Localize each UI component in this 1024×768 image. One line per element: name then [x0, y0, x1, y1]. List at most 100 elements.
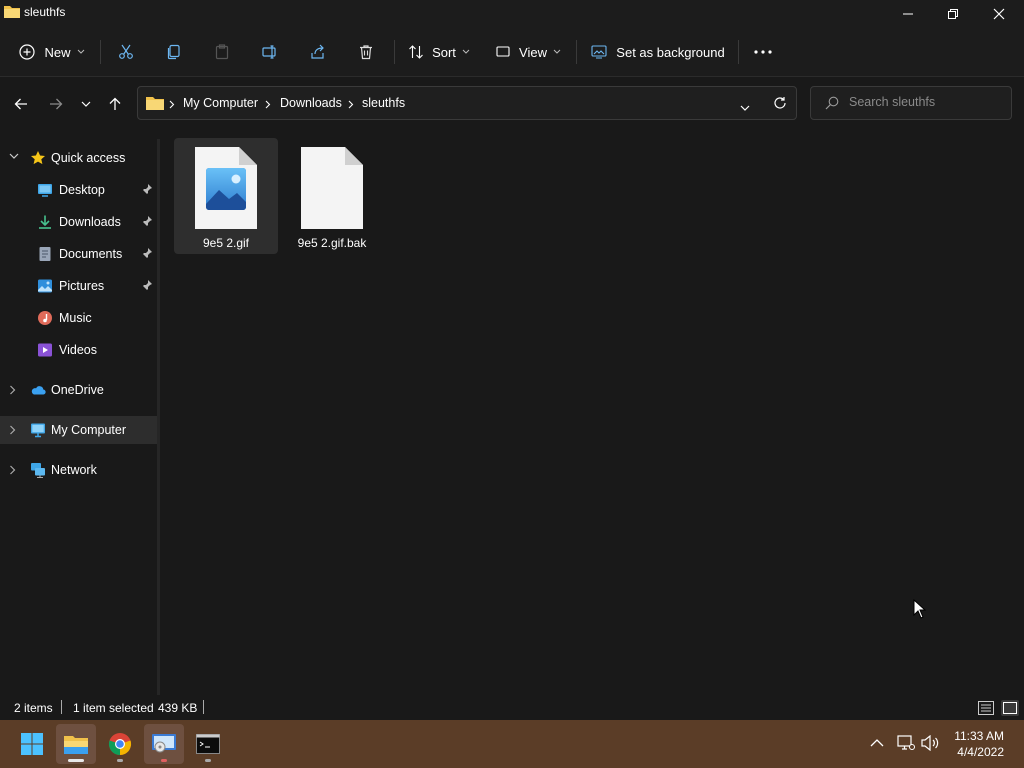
terminal-icon [196, 734, 220, 754]
minimize-button[interactable] [885, 0, 931, 28]
status-separator [203, 700, 204, 714]
videos-icon [38, 343, 52, 357]
sort-icon [409, 45, 423, 59]
close-button[interactable] [976, 0, 1022, 28]
rename-button[interactable] [256, 37, 284, 67]
cloud-icon [31, 386, 46, 395]
sidebar-item-pictures[interactable]: Pictures [0, 272, 157, 300]
file-explorer-icon [64, 736, 88, 754]
sidebar-item-label: Downloads [59, 215, 121, 229]
toolbar-separator [100, 40, 101, 64]
view-icon [496, 46, 510, 57]
chevron-up-icon [870, 739, 884, 747]
copy-icon [167, 44, 180, 60]
sort-label: Sort [432, 44, 456, 60]
sidebar-item-quick-access[interactable]: Quick access [0, 144, 157, 172]
sidebar-item-downloads[interactable]: Downloads [0, 208, 157, 236]
network-status-icon [897, 735, 915, 750]
restore-button[interactable] [930, 0, 976, 28]
delete-button[interactable] [352, 37, 380, 67]
view-button[interactable]: View [492, 37, 564, 67]
sidebar-item-documents[interactable]: Documents [0, 240, 157, 268]
copy-button[interactable] [160, 37, 188, 67]
share-icon [311, 44, 324, 59]
address-history-chevron-icon[interactable] [740, 100, 750, 114]
taskbar-file-explorer[interactable] [56, 724, 96, 764]
clock-time[interactable]: 11:33 AM [954, 729, 1004, 743]
pin-icon[interactable] [141, 247, 153, 259]
set-background-label: Set as background [616, 44, 725, 60]
breadcrumb-sleuthfs[interactable]: sleuthfs [362, 96, 405, 110]
breadcrumb-downloads[interactable]: Downloads [280, 96, 342, 110]
sidebar-item-videos[interactable]: Videos [0, 336, 157, 364]
plus-circle-icon [19, 44, 36, 60]
sidebar-item-label: Videos [59, 343, 97, 357]
image-file-icon [195, 147, 257, 229]
pin-icon[interactable] [141, 215, 153, 227]
sidebar-item-label: Pictures [59, 279, 105, 293]
details-view-button[interactable] [977, 700, 995, 716]
see-more-button[interactable] [748, 37, 778, 67]
taskbar-terminal[interactable] [188, 724, 228, 764]
clock-date[interactable]: 4/4/2022 [957, 745, 1004, 759]
restore-icon [948, 9, 958, 19]
large-icons-view-button[interactable] [1001, 700, 1019, 716]
toolbar-separator [738, 40, 739, 64]
network-status-button[interactable] [897, 735, 915, 754]
cut-button[interactable] [112, 37, 140, 67]
selection-count: 1 item selected [73, 701, 154, 715]
computer-icon [31, 423, 45, 438]
pin-icon[interactable] [141, 183, 153, 195]
refresh-icon[interactable] [773, 96, 787, 113]
start-button[interactable] [12, 724, 52, 764]
running-indicator [161, 759, 167, 762]
file-item[interactable]: 9e5 2.gif.bak [280, 138, 384, 254]
toolbar-separator [394, 40, 395, 64]
pane-divider[interactable] [157, 139, 160, 695]
file-item[interactable]: 9e5 2.gif [174, 138, 278, 254]
sidebar-item-music[interactable]: Music [0, 304, 157, 332]
disk-tool-icon [152, 734, 176, 753]
sidebar-item-label: Quick access [51, 151, 126, 165]
sort-button[interactable]: Sort [404, 37, 474, 67]
active-indicator [68, 759, 84, 762]
back-button[interactable] [7, 90, 35, 118]
sidebar-item-label: Music [59, 311, 92, 325]
show-hidden-icons-button[interactable] [870, 737, 884, 751]
taskbar-disk-tool[interactable] [144, 724, 184, 764]
sidebar-item-network[interactable]: Network [0, 456, 157, 484]
sidebar-item-onedrive[interactable]: OneDrive [0, 376, 157, 404]
pin-icon[interactable] [141, 279, 153, 291]
paste-button[interactable] [208, 37, 236, 67]
details-view-icon [978, 701, 994, 715]
chevron-right-icon[interactable] [9, 465, 16, 475]
sidebar-item-my-computer[interactable]: My Computer [0, 416, 157, 444]
share-button[interactable] [304, 37, 332, 67]
arrow-right-icon [50, 98, 63, 110]
set-as-background-button[interactable]: Set as background [588, 37, 728, 67]
chevron-right-icon[interactable] [9, 385, 16, 395]
taskbar-chrome[interactable] [100, 724, 140, 764]
up-button[interactable] [101, 90, 129, 118]
title-bar: sleuthfs [0, 0, 1024, 28]
close-icon [993, 8, 1005, 20]
search-box[interactable] [810, 86, 1012, 120]
rename-icon [262, 45, 276, 59]
breadcrumb-my-computer[interactable]: My Computer [183, 96, 258, 110]
desktop-icon [38, 184, 52, 197]
address-bar[interactable]: My Computer Downloads sleuthfs [137, 86, 797, 120]
arrow-left-icon [14, 98, 27, 110]
search-input[interactable] [849, 95, 1004, 109]
chevron-down-icon [77, 49, 84, 54]
music-icon [38, 311, 52, 325]
volume-button[interactable] [921, 734, 941, 754]
recent-locations-button[interactable] [72, 90, 100, 118]
new-button[interactable]: New [14, 37, 90, 67]
window-title: sleuthfs [24, 5, 66, 19]
chevron-down-icon[interactable] [9, 153, 19, 160]
chevron-right-icon[interactable] [9, 425, 16, 435]
new-label: New [44, 44, 71, 60]
network-icon [31, 463, 45, 478]
forward-button[interactable] [42, 90, 70, 118]
sidebar-item-desktop[interactable]: Desktop [0, 176, 157, 204]
